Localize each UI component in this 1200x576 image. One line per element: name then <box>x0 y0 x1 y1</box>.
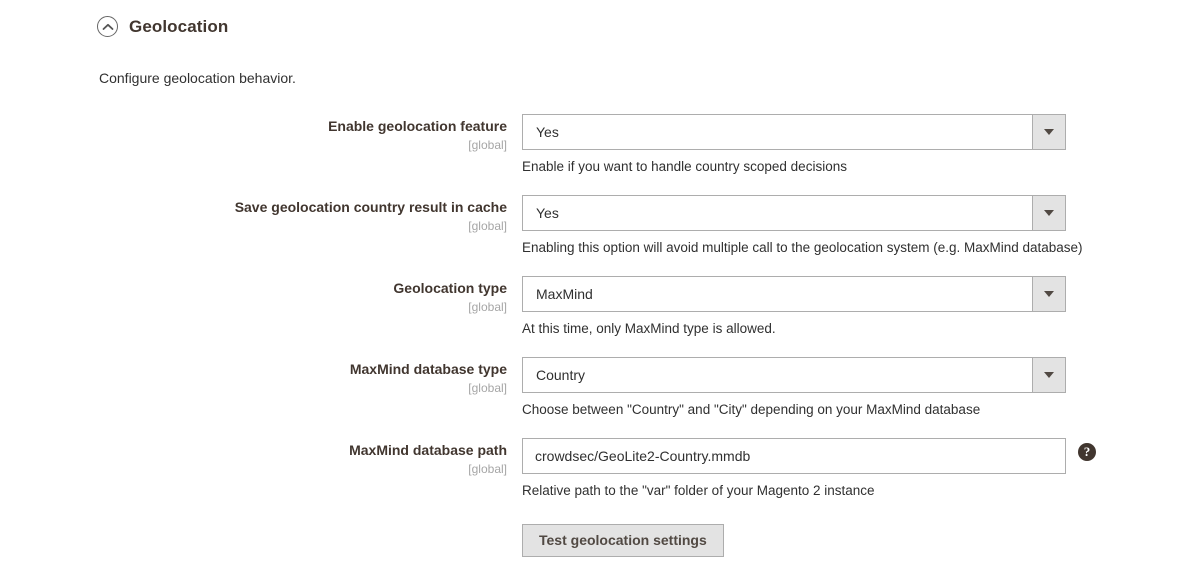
test-geolocation-settings-button[interactable]: Test geolocation settings <box>522 524 724 557</box>
field-row-maxmind-database-path: MaxMind database path [global] ? Relativ… <box>0 442 1200 523</box>
question-mark-icon[interactable]: ? <box>1078 443 1096 461</box>
chevron-down-icon[interactable] <box>1032 357 1066 393</box>
section-header[interactable]: Geolocation <box>97 16 228 37</box>
chevron-up-circle-icon[interactable] <box>97 16 118 37</box>
field-comment: At this time, only MaxMind type is allow… <box>522 320 776 338</box>
label-text: Enable geolocation feature <box>0 118 507 135</box>
field-control: Yes <box>522 114 1066 150</box>
section-description: Configure geolocation behavior. <box>99 70 296 86</box>
label-text: MaxMind database type <box>0 361 507 378</box>
action-row: Test geolocation settings <box>522 524 724 557</box>
maxmind-database-path-input[interactable] <box>522 438 1066 474</box>
select-value: MaxMind <box>536 277 593 311</box>
field-control: Country <box>522 357 1066 393</box>
field-row-save-geolocation-country-result-in-cache: Save geolocation country result in cache… <box>0 199 1200 280</box>
field-control: MaxMind <box>522 276 1066 312</box>
field-label-maxmind-database-path: MaxMind database path [global] <box>0 442 507 477</box>
field-label-geolocation-type: Geolocation type [global] <box>0 280 507 315</box>
field-row-geolocation-type: Geolocation type [global] MaxMind At thi… <box>0 280 1200 361</box>
select-value: Yes <box>536 115 559 149</box>
field-label-save-geolocation-country-result-in-cache: Save geolocation country result in cache… <box>0 199 507 234</box>
field-row-maxmind-database-type: MaxMind database type [global] Country C… <box>0 361 1200 442</box>
select-geolocation-type[interactable]: MaxMind <box>522 276 1066 312</box>
scope-hint: [global] <box>0 380 507 396</box>
field-comment: Enabling this option will avoid multiple… <box>522 239 1083 257</box>
label-text: Save geolocation country result in cache <box>0 199 507 216</box>
select-value: Country <box>536 358 585 392</box>
chevron-down-icon[interactable] <box>1032 195 1066 231</box>
select-save-geolocation-country-result-in-cache[interactable]: Yes <box>522 195 1066 231</box>
chevron-down-icon[interactable] <box>1032 114 1066 150</box>
field-comment: Relative path to the "var" folder of you… <box>522 482 875 500</box>
field-row-enable-geolocation-feature: Enable geolocation feature [global] Yes … <box>0 118 1200 199</box>
field-control: Yes <box>522 195 1066 231</box>
geolocation-settings-page: Geolocation Configure geolocation behavi… <box>0 0 1200 576</box>
page-title: Geolocation <box>129 17 228 37</box>
field-label-enable-geolocation-feature: Enable geolocation feature [global] <box>0 118 507 153</box>
scope-hint: [global] <box>0 218 507 234</box>
field-control: ? <box>522 438 1066 474</box>
geolocation-form: Enable geolocation feature [global] Yes … <box>0 118 1200 523</box>
label-text: MaxMind database path <box>0 442 507 459</box>
field-comment: Enable if you want to handle country sco… <box>522 158 847 176</box>
select-enable-geolocation-feature[interactable]: Yes <box>522 114 1066 150</box>
field-label-maxmind-database-type: MaxMind database type [global] <box>0 361 507 396</box>
select-maxmind-database-type[interactable]: Country <box>522 357 1066 393</box>
select-value: Yes <box>536 196 559 230</box>
label-text: Geolocation type <box>0 280 507 297</box>
scope-hint: [global] <box>0 299 507 315</box>
chevron-down-icon[interactable] <box>1032 276 1066 312</box>
scope-hint: [global] <box>0 461 507 477</box>
scope-hint: [global] <box>0 137 507 153</box>
field-comment: Choose between "Country" and "City" depe… <box>522 401 980 419</box>
